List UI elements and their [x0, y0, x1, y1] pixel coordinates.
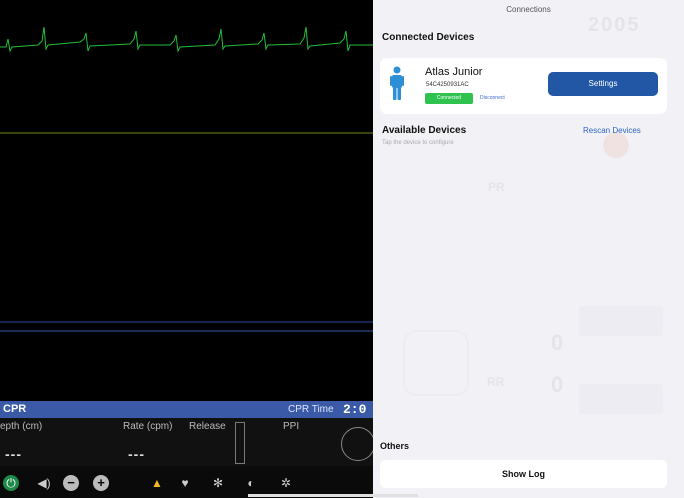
snowflake-icon[interactable]: ✻ — [210, 475, 226, 491]
contrast-icon[interactable]: ◐ — [243, 475, 259, 491]
ghost-rr: RR — [487, 375, 505, 389]
ppi-label: PPI — [283, 421, 300, 432]
status-badge: Connected — [425, 93, 473, 104]
show-log-card: Show Log — [380, 460, 667, 488]
cpr-time-label: CPR Time — [288, 404, 334, 415]
others-header: Others — [380, 441, 410, 451]
ghost-number: 2005 — [588, 14, 641, 36]
release-label: Release — [189, 421, 226, 432]
ppi-indicator — [341, 427, 373, 461]
ghost-box-1 — [579, 306, 663, 336]
speaker-icon[interactable]: ◀︎) — [36, 475, 52, 491]
ghost-lungs-icon — [403, 330, 469, 396]
waveform-area — [0, 9, 373, 401]
connections-panel: 2005 PR 0 0 RR Connections Connected Dev… — [373, 0, 684, 498]
ecg-waveform — [0, 26, 373, 53]
device-serial: 54C4250931AC — [426, 82, 469, 88]
depth-label: epth (cm) — [0, 421, 43, 432]
ghost-heart-icon — [603, 132, 629, 158]
settings-button[interactable]: Settings — [548, 72, 658, 96]
show-log-button[interactable]: Show Log — [380, 460, 667, 488]
device-name: Atlas Junior — [425, 66, 483, 78]
power-icon[interactable]: ⏻ — [3, 475, 19, 491]
available-devices-header: Available Devices — [382, 125, 467, 136]
ghost-zero-2: 0 — [551, 372, 564, 397]
cpr-time-value: 2:0 — [343, 402, 367, 417]
waveform-graphics — [0, 26, 373, 332]
depth-value: --- — [5, 446, 22, 462]
available-devices-hint: Tap the device to configure — [382, 140, 454, 146]
connected-devices-header: Connected Devices — [382, 32, 475, 43]
minus-icon[interactable]: − — [63, 475, 79, 491]
ghost-zero-1: 0 — [551, 330, 564, 355]
rescan-devices-button[interactable]: Rescan Devices — [583, 126, 641, 135]
gear-icon[interactable]: ✲ — [278, 475, 294, 491]
disconnect-link[interactable]: Disconnect — [480, 93, 505, 104]
patient-monitor: CPR CPR Time 2:0 epth (cm) Rate (cpm) Re… — [0, 0, 373, 498]
heart-icon[interactable]: ♥ — [177, 475, 193, 491]
cpr-metrics: epth (cm) Rate (cpm) Release PPI --- --- — [0, 418, 373, 466]
rate-value: --- — [128, 446, 145, 462]
release-gauge — [235, 422, 245, 464]
home-indicator — [248, 494, 418, 497]
connected-device-card[interactable]: Atlas Junior 54C4250931AC Connected Disc… — [380, 58, 667, 114]
ghost-pr: PR — [488, 180, 505, 194]
plus-icon[interactable]: + — [93, 475, 109, 491]
cpr-bar: CPR CPR Time 2:0 — [0, 401, 373, 418]
person-icon — [390, 66, 404, 100]
rate-label: Rate (cpm) — [123, 421, 173, 432]
panel-title: Connections — [506, 5, 551, 14]
bell-icon[interactable]: ▲ — [149, 475, 165, 491]
cpr-label: CPR — [3, 403, 27, 415]
ghost-box-2 — [579, 384, 663, 414]
